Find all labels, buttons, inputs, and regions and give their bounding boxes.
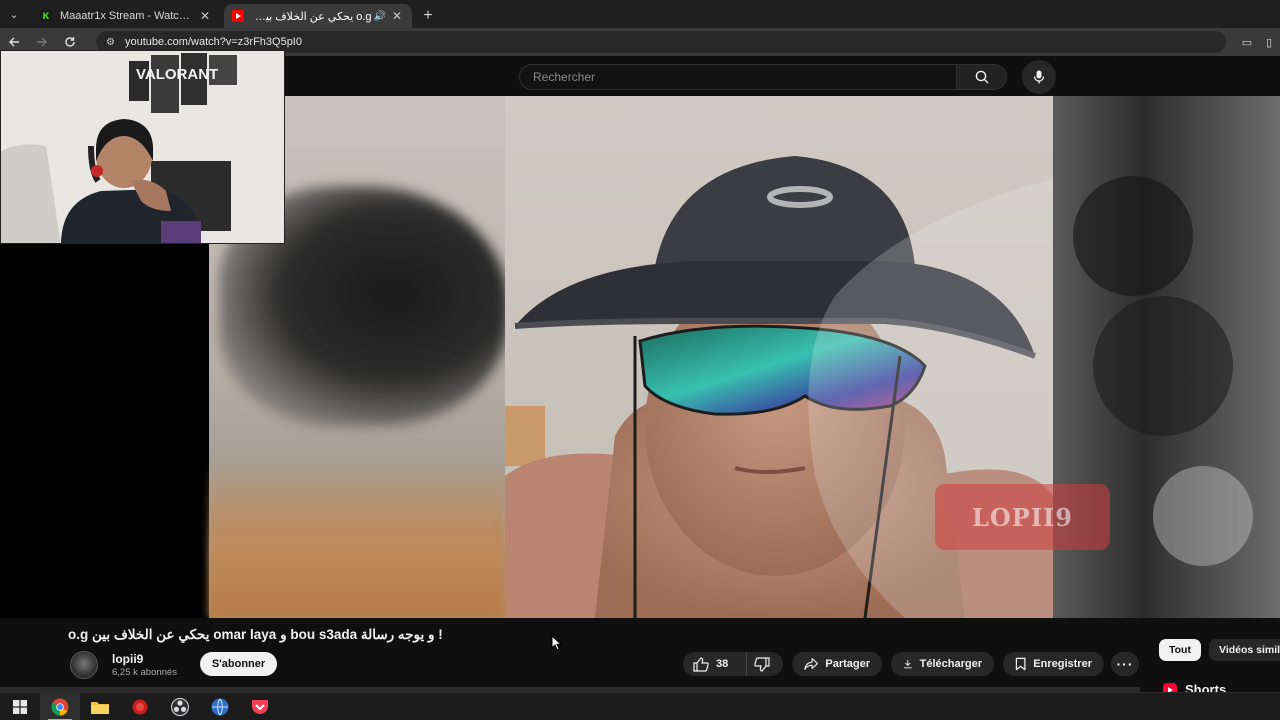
taskbar-chrome[interactable] bbox=[40, 692, 80, 720]
voice-search-button[interactable] bbox=[1022, 60, 1056, 94]
like-dislike-group: 38 bbox=[683, 652, 783, 676]
microphone-icon bbox=[1033, 70, 1045, 84]
chip-related-videos[interactable]: Vidéos simil bbox=[1209, 639, 1280, 661]
reload-icon bbox=[65, 37, 75, 47]
search-icon bbox=[975, 70, 988, 84]
taskbar-obs[interactable] bbox=[160, 693, 200, 720]
browser-tab-strip: ⌄ K Maaatr1x Stream - Watch Live o ✕ o.g… bbox=[0, 0, 1280, 28]
share-button[interactable]: Partager bbox=[792, 652, 882, 676]
share-label: Partager bbox=[825, 658, 870, 670]
sidebar-icon[interactable]: ▯ bbox=[1258, 36, 1280, 49]
taskbar-file-explorer[interactable] bbox=[80, 693, 120, 720]
toolbar-right: ▭ ▯ bbox=[1236, 28, 1280, 56]
download-icon bbox=[904, 659, 912, 669]
like-button[interactable]: 38 bbox=[683, 652, 747, 676]
taskbar-globe-app[interactable] bbox=[200, 693, 240, 720]
channel-watermark: LOPII9 bbox=[935, 484, 1110, 550]
search-input[interactable] bbox=[519, 64, 957, 90]
thumbs-down-icon bbox=[753, 656, 770, 672]
windows-taskbar bbox=[0, 692, 1280, 720]
obs-icon bbox=[171, 697, 189, 716]
url-text: youtube.com/watch?v=z3rFh3Q5pI0 bbox=[124, 36, 302, 48]
download-button[interactable]: Télécharger bbox=[891, 652, 994, 676]
webcam-scene: VALORANT bbox=[1, 51, 284, 243]
tab-kick-stream[interactable]: K Maaatr1x Stream - Watch Live o ✕ bbox=[32, 4, 220, 28]
tab-search-icon[interactable]: ⌄ bbox=[0, 0, 28, 28]
site-info-icon[interactable]: ⚙ bbox=[106, 37, 115, 48]
youtube-icon bbox=[232, 10, 244, 22]
thumbs-up-icon bbox=[693, 656, 709, 672]
channel-avatar[interactable] bbox=[70, 651, 98, 679]
dislike-button[interactable] bbox=[747, 652, 783, 676]
download-label: Télécharger bbox=[919, 658, 982, 670]
more-actions-button[interactable]: ··· bbox=[1111, 652, 1139, 676]
taskbar-pocket[interactable] bbox=[240, 693, 280, 720]
windows-start-icon bbox=[13, 699, 27, 714]
close-tab-icon[interactable]: ✕ bbox=[390, 9, 404, 23]
tab-title: o.g يحكي عن الخلاف بين omar bbox=[252, 10, 372, 23]
arrow-right-icon bbox=[37, 37, 47, 47]
tab-title: Maaatr1x Stream - Watch Live o bbox=[60, 10, 194, 22]
pocket-icon bbox=[252, 699, 268, 714]
chip-all[interactable]: Tout bbox=[1159, 639, 1201, 661]
new-tab-button[interactable]: + bbox=[416, 4, 440, 28]
windows-start-button[interactable] bbox=[0, 693, 40, 720]
more-icon: ··· bbox=[1116, 656, 1134, 672]
speaker-icon[interactable]: 🔊 bbox=[374, 11, 386, 22]
cast-icon[interactable]: ▭ bbox=[1236, 36, 1258, 49]
chrome-icon bbox=[51, 698, 69, 715]
kick-icon: K bbox=[40, 10, 52, 22]
file-explorer-icon bbox=[91, 701, 109, 714]
globe-app-icon bbox=[211, 698, 229, 715]
red-app-icon bbox=[132, 699, 148, 714]
streamer-webcam: VALORANT bbox=[0, 50, 285, 244]
search-box bbox=[519, 64, 1007, 90]
arrow-left-icon bbox=[9, 37, 19, 47]
save-label: Enregistrer bbox=[1033, 658, 1092, 670]
mouse-cursor-icon bbox=[551, 635, 562, 651]
poster-text: VALORANT bbox=[136, 66, 218, 83]
video-title: ! و يوجه رسالة bou s3ada و omar laya يحك… bbox=[68, 627, 443, 642]
subscribe-button[interactable]: S'abonner bbox=[200, 652, 277, 676]
taskbar-red-app[interactable] bbox=[120, 693, 160, 720]
share-icon bbox=[804, 658, 819, 670]
bookmark-icon bbox=[1015, 657, 1026, 671]
like-count: 38 bbox=[716, 658, 729, 670]
close-tab-icon[interactable]: ✕ bbox=[198, 9, 212, 23]
subscriber-count: 6,25 k abonnés bbox=[112, 667, 177, 678]
save-button[interactable]: Enregistrer bbox=[1003, 652, 1104, 676]
screen: ⌄ K Maaatr1x Stream - Watch Live o ✕ o.g… bbox=[0, 0, 1280, 720]
tab-youtube-video[interactable]: o.g يحكي عن الخلاف بين omar 🔊 ✕ bbox=[224, 4, 412, 28]
search-button[interactable] bbox=[957, 64, 1007, 90]
channel-name[interactable]: lopii9 bbox=[112, 652, 143, 666]
